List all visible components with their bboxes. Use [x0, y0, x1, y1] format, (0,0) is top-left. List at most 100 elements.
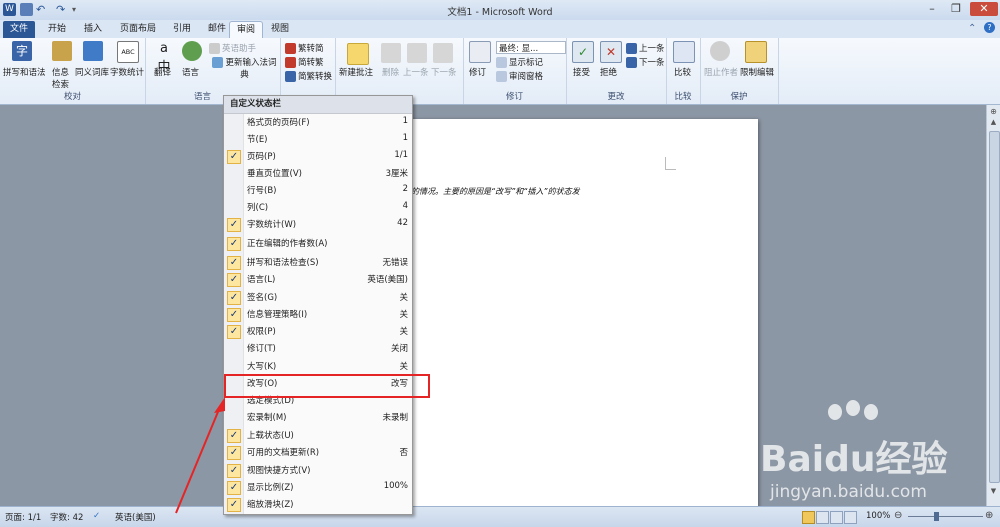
menu-item[interactable]: ✓ 上载状态(U) [224, 427, 412, 443]
menu-item[interactable]: 大写(K) 关 [224, 358, 412, 374]
menu-item-label: 垂直页位置(V) [247, 169, 302, 179]
status-word-count[interactable]: 字数: 42 [50, 511, 83, 523]
full-screen-view-icon[interactable] [816, 511, 829, 524]
ruler-toggle-icon[interactable]: ⊕ [989, 107, 998, 116]
s2t-button[interactable]: 简转繁 [285, 56, 324, 68]
checkmark-icon: ✓ [227, 308, 241, 322]
group-proofing: 字 拼写和语法 信息 检索 同义词库 ABC 字数统计 校对 [0, 38, 146, 104]
menu-item[interactable]: ✓ 字数统计(W) 42 [224, 216, 412, 232]
menu-item[interactable]: 垂直页位置(V) 3厘米 [224, 165, 412, 181]
menu-item[interactable]: 列(C) 4 [224, 199, 412, 215]
menu-item[interactable]: ✓ 语言(L) 英语(美国) [224, 271, 412, 287]
checkmark-icon: ✓ [227, 325, 241, 339]
close-button[interactable]: ✕ [970, 2, 998, 16]
display-for-review-select[interactable]: 最终: 显... [496, 41, 566, 54]
english-assistant-button[interactable]: 英语助手 [209, 42, 256, 54]
status-language[interactable]: 英语(美国) [115, 511, 156, 523]
thesaurus-button[interactable]: 同义词库 [75, 66, 109, 78]
scroll-down-icon[interactable]: ▼ [989, 487, 998, 496]
zoom-slider-thumb[interactable] [934, 512, 939, 521]
menu-item[interactable]: ✓ 可用的文档更新(R) 否 [224, 444, 412, 460]
menu-item-value: 42 [397, 218, 408, 228]
zoom-slider-track[interactable] [908, 516, 983, 517]
menu-item[interactable]: 格式页的页码(F) 1 [224, 114, 412, 130]
restore-button[interactable]: ❐ [944, 2, 968, 16]
reviewing-pane-button[interactable]: 审阅窗格 [496, 70, 543, 82]
zoom-out-icon[interactable]: ⊖ [894, 510, 902, 521]
s2t-icon [285, 57, 296, 68]
zoom-in-icon[interactable]: ⊕ [985, 510, 993, 521]
prev-comment-button[interactable]: 上一条 [403, 66, 429, 78]
menu-item[interactable]: 行号(B) 2 [224, 182, 412, 198]
thesaurus-icon [83, 41, 103, 61]
accept-button[interactable]: 接受 [573, 66, 590, 78]
outline-view-icon[interactable] [844, 511, 857, 524]
tab-review[interactable]: 审阅 [229, 21, 263, 39]
update-ime-button[interactable]: 更新输入法词典 [209, 56, 280, 80]
compare-icon [673, 41, 695, 63]
next-comment-button[interactable]: 下一条 [431, 66, 457, 78]
tab-references[interactable]: 引用 [165, 21, 199, 38]
menu-item[interactable]: 修订(T) 关闭 [224, 340, 412, 356]
next-change-button[interactable]: 下一条 [626, 56, 665, 68]
show-markup-button[interactable]: 显示标记 [496, 56, 543, 68]
minimize-ribbon-icon[interactable]: ⌃ [968, 23, 976, 34]
group-tracking: 修订 最终: 显... 显示标记 审阅窗格 修订 [463, 38, 567, 104]
chinese-convert-button[interactable]: 简繁转换 [285, 70, 332, 82]
menu-item[interactable]: ✓ 正在编辑的作者数(A) [224, 235, 412, 251]
window-title: 文档1 - Microsoft Word [447, 7, 553, 18]
word-count-button[interactable]: 字数统计 [110, 66, 144, 78]
block-authors-button[interactable]: 阻止作者 [704, 66, 738, 78]
scroll-up-icon[interactable]: ▲ [989, 118, 998, 127]
web-layout-view-icon[interactable] [830, 511, 843, 524]
prev-change-button[interactable]: 上一条 [626, 42, 665, 54]
restrict-editing-button[interactable]: 限制编辑 [740, 66, 774, 78]
new-comment-button[interactable]: 新建批注 [339, 66, 373, 78]
menu-item-label: 修订(T) [247, 344, 276, 354]
menu-item-value: 未录制 [382, 413, 408, 423]
menu-item[interactable]: ✓ 显示比例(Z) 100% [224, 479, 412, 495]
menu-item[interactable]: ✓ 页码(P) 1/1 [224, 148, 412, 164]
reject-button[interactable]: 拒绝 [600, 66, 617, 78]
tab-insert[interactable]: 插入 [76, 21, 110, 38]
menu-item[interactable]: ✓ 拼写和语法检查(S) 无错误 [224, 254, 412, 270]
menu-item-label: 页码(P) [247, 152, 276, 162]
scroll-thumb[interactable] [989, 131, 1000, 483]
compare-button[interactable]: 比较 [674, 66, 691, 78]
group-protect-label: 保护 [730, 92, 748, 102]
t2s-button[interactable]: 繁转简 [285, 42, 324, 54]
track-changes-button[interactable]: 修订 [469, 66, 486, 78]
minimize-button[interactable]: – [920, 2, 944, 16]
research-button-line2[interactable]: 检索 [52, 78, 69, 90]
menu-item[interactable]: ✓ 权限(P) 关 [224, 323, 412, 339]
menu-item-label: 显示比例(Z) [247, 483, 294, 493]
menu-item[interactable]: ✓ 视图快捷方式(V) [224, 462, 412, 478]
menu-item[interactable]: ✓ 签名(G) 关 [224, 289, 412, 305]
zoom-level[interactable]: 100% [866, 511, 890, 521]
english-assistant-icon [209, 43, 220, 54]
status-page[interactable]: 页面: 1/1 [5, 511, 41, 523]
menu-item[interactable]: ✓ 缩放滑块(Z) [224, 496, 412, 512]
print-layout-view-icon[interactable] [802, 511, 815, 524]
translate-button[interactable]: 翻译 [154, 66, 171, 78]
delete-comment-button[interactable]: 删除 [382, 66, 399, 78]
language-button[interactable]: 语言 [182, 66, 199, 78]
menu-item-value: 1 [402, 133, 408, 143]
tab-home[interactable]: 开始 [40, 21, 74, 38]
tab-file[interactable]: 文件 [3, 21, 35, 38]
prev-comment-icon [407, 43, 427, 63]
spelling-grammar-button[interactable]: 拼写和语法 [3, 66, 46, 78]
menu-item[interactable]: 节(E) 1 [224, 131, 412, 147]
research-button[interactable]: 信息 [52, 66, 69, 78]
tab-view[interactable]: 视图 [264, 21, 296, 38]
menu-item[interactable]: ✓ 信息管理策略(I) 关 [224, 306, 412, 322]
menu-item-label: 行号(B) [247, 186, 277, 196]
proofing-status-icon[interactable]: ✓ [93, 511, 100, 521]
help-icon[interactable]: ? [984, 22, 995, 33]
tab-page-layout[interactable]: 页面布局 [113, 21, 163, 38]
menu-item[interactable]: 宏录制(M) 未录制 [224, 409, 412, 425]
status-bar: 页面: 1/1 字数: 42 ✓ 英语(美国) 100% ⊖ ⊕ [0, 506, 1000, 527]
menu-item-value: 关 [399, 362, 408, 372]
margin-marker [665, 157, 676, 170]
menu-item-value: 1 [402, 116, 408, 126]
